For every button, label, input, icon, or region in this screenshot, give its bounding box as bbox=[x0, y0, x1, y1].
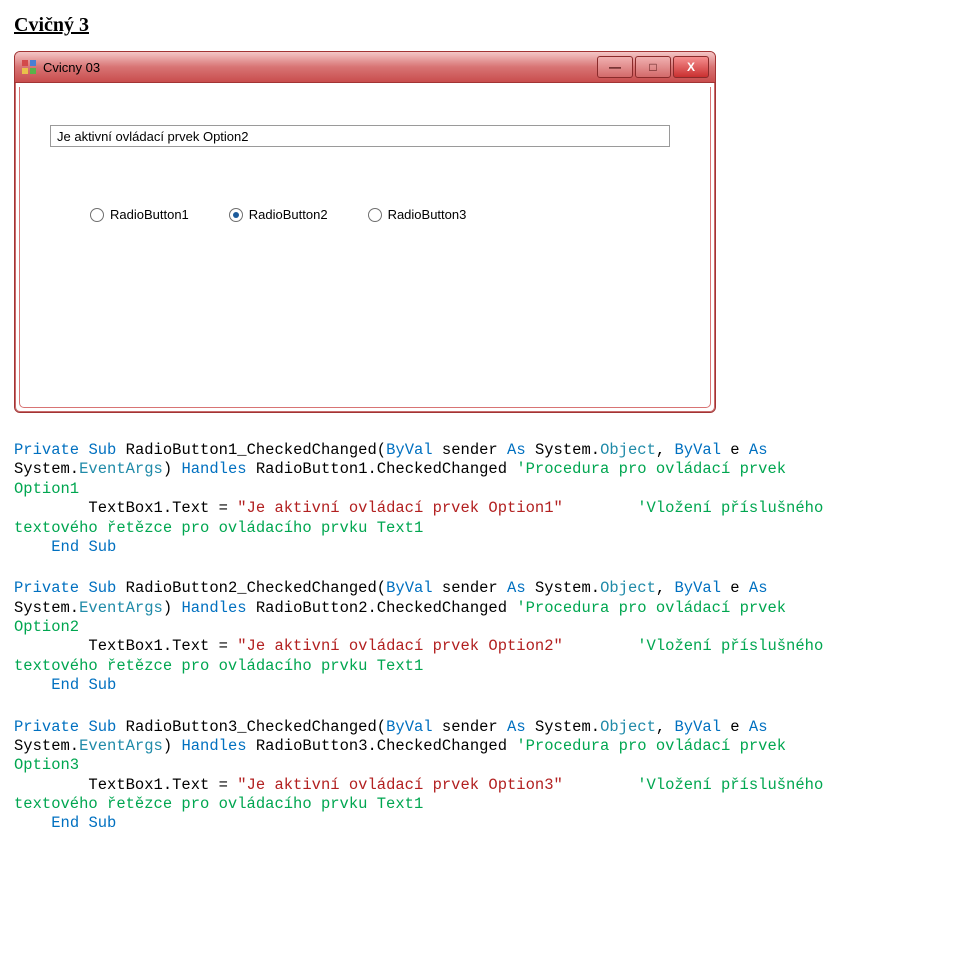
form-window: Cvicny 03 — □ X RadioButton1 RadioButton… bbox=[14, 51, 716, 413]
maximize-button[interactable]: □ bbox=[635, 56, 671, 78]
radio-label: RadioButton3 bbox=[388, 207, 467, 222]
radio-label: RadioButton2 bbox=[249, 207, 328, 222]
minimize-button[interactable]: — bbox=[597, 56, 633, 78]
radio-label: RadioButton1 bbox=[110, 207, 189, 222]
maximize-icon: □ bbox=[649, 60, 656, 74]
radio-icon bbox=[90, 208, 104, 222]
radiobutton3[interactable]: RadioButton3 bbox=[368, 207, 467, 222]
close-button[interactable]: X bbox=[673, 56, 709, 78]
form-client-area: RadioButton1 RadioButton2 RadioButton3 bbox=[19, 87, 711, 408]
window-buttons: — □ X bbox=[597, 56, 709, 78]
code-block-3: Private Sub RadioButton3_CheckedChanged(… bbox=[14, 718, 946, 834]
textbox1[interactable] bbox=[50, 125, 670, 147]
code-block-2: Private Sub RadioButton2_CheckedChanged(… bbox=[14, 579, 946, 695]
radio-icon bbox=[368, 208, 382, 222]
radiobutton2[interactable]: RadioButton2 bbox=[229, 207, 328, 222]
close-icon: X bbox=[687, 60, 695, 74]
radio-icon bbox=[229, 208, 243, 222]
radio-group: RadioButton1 RadioButton2 RadioButton3 bbox=[90, 207, 466, 222]
radiobutton1[interactable]: RadioButton1 bbox=[90, 207, 189, 222]
code-block-1: Private Sub RadioButton1_CheckedChanged(… bbox=[14, 441, 946, 557]
window-title: Cvicny 03 bbox=[43, 60, 597, 75]
minimize-icon: — bbox=[609, 60, 621, 74]
page-title: Cvičný 3 bbox=[14, 14, 946, 37]
titlebar[interactable]: Cvicny 03 — □ X bbox=[15, 52, 715, 83]
app-icon bbox=[21, 59, 37, 75]
